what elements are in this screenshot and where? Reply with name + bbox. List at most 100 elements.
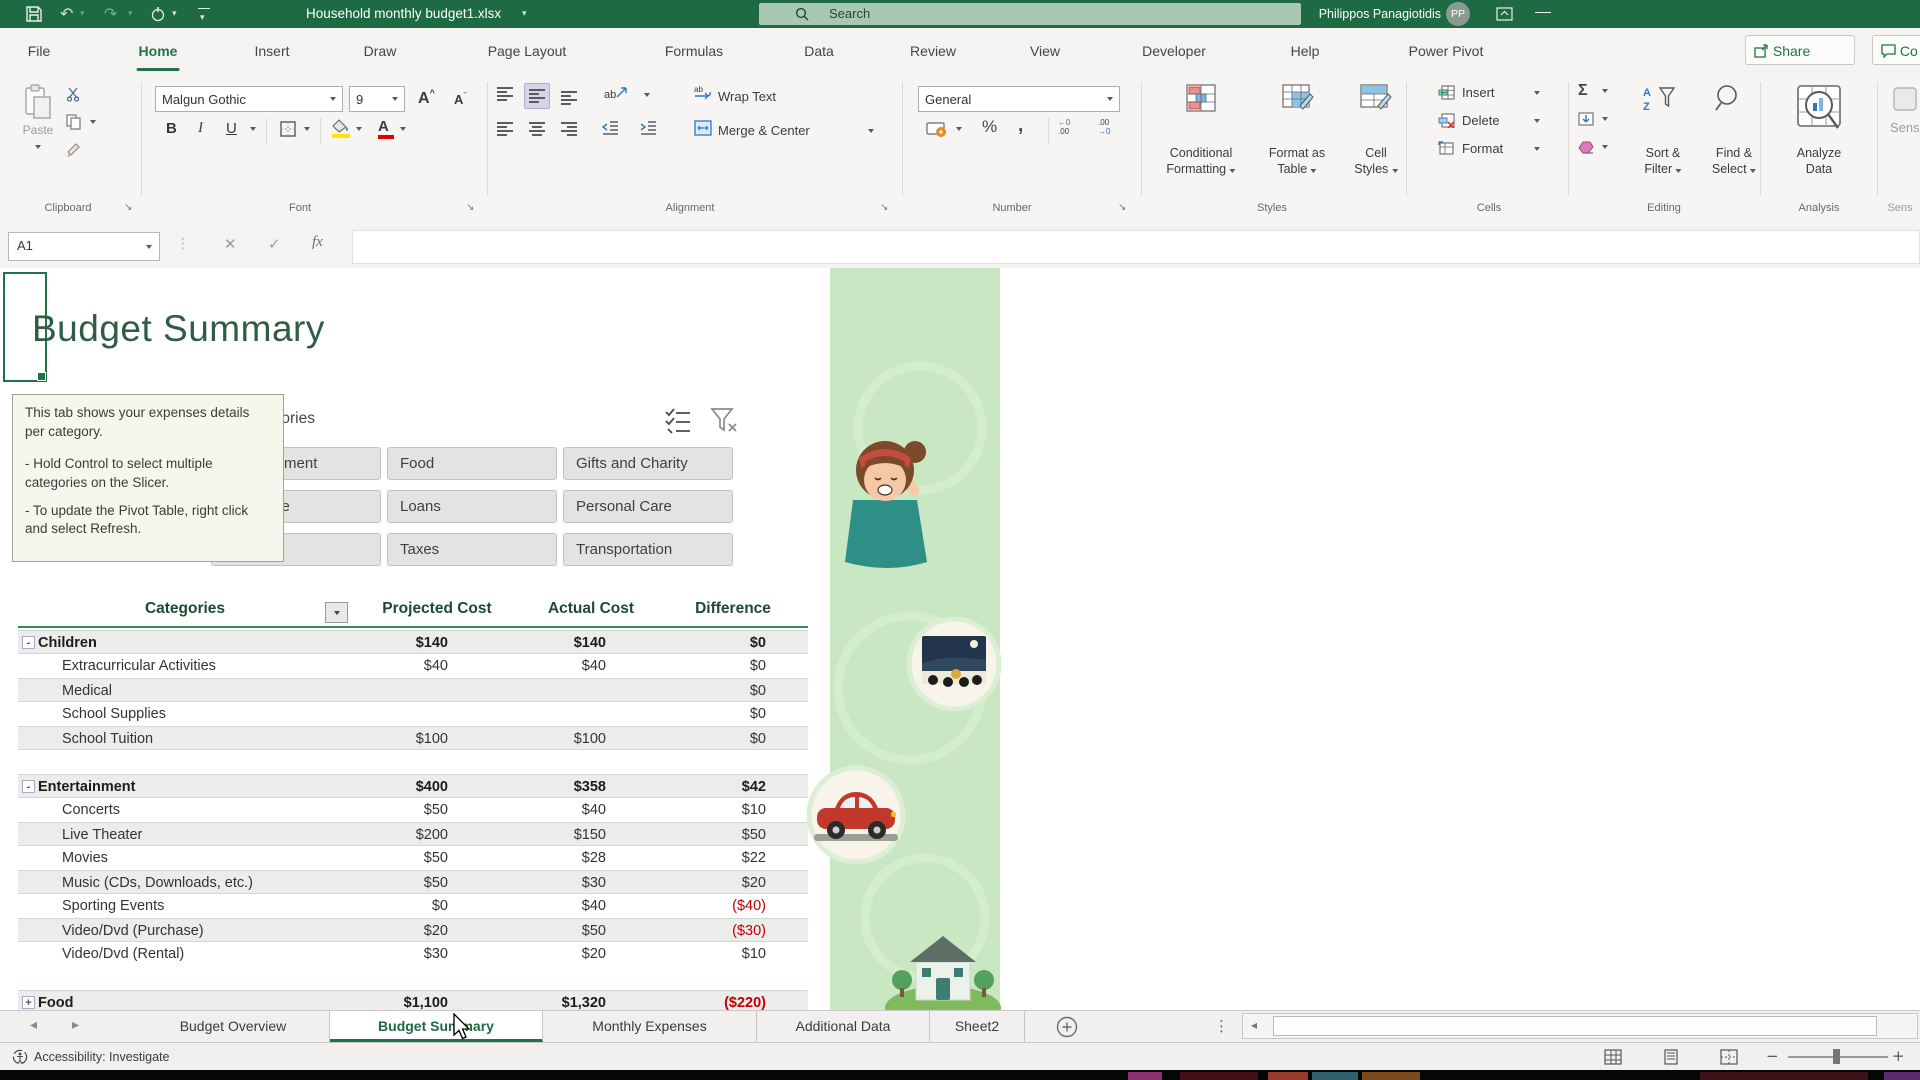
accounting-format-icon[interactable]	[926, 121, 948, 138]
delete-cells-label[interactable]: Delete	[1462, 113, 1500, 128]
table-row[interactable]: Music (CDs, Downloads, etc.)$50$30$20	[18, 870, 808, 894]
fill-dropdown-icon[interactable]	[1602, 117, 1608, 121]
table-row[interactable]: Medical$0	[18, 678, 808, 702]
ribbon-tab-power-pivot[interactable]: Power Pivot	[1405, 28, 1488, 74]
clear-icon[interactable]	[1578, 140, 1594, 154]
slicer-button-food[interactable]: Food	[387, 447, 557, 480]
cell-projected-cost[interactable]: $1,100	[248, 991, 448, 1010]
redo-dropdown-icon[interactable]: ▾	[128, 2, 133, 26]
formula-input[interactable]	[352, 230, 1920, 264]
cell-difference[interactable]: ($30)	[606, 919, 766, 943]
table-row[interactable]: Concerts$50$40$10	[18, 798, 808, 822]
table-row[interactable]: School Supplies$0	[18, 702, 808, 726]
ribbon-tab-insert[interactable]: Insert	[250, 28, 293, 74]
align-right-icon[interactable]	[561, 122, 577, 136]
ribbon-tab-view[interactable]: View	[1026, 28, 1064, 74]
avatar[interactable]: PP	[1446, 2, 1470, 26]
accounting-dropdown-icon[interactable]	[956, 127, 962, 131]
merge-center-label[interactable]: Merge & Center	[718, 123, 810, 138]
sheet-tab-budget-overview[interactable]: Budget Overview	[137, 1011, 330, 1042]
font-size-combo[interactable]: 9	[349, 86, 405, 112]
clear-dropdown-icon[interactable]	[1602, 145, 1608, 149]
find-select-label1[interactable]: Find &	[1716, 146, 1752, 161]
insert-dropdown-icon[interactable]	[1534, 91, 1540, 95]
fill-icon[interactable]	[1578, 112, 1594, 126]
cell-styles-label2[interactable]: Styles	[1354, 162, 1398, 177]
number-format-combo[interactable]: General	[918, 86, 1120, 112]
title-dropdown-icon[interactable]: ▾	[522, 2, 527, 26]
cell-difference[interactable]: $0	[606, 702, 766, 726]
sort-filter-label2[interactable]: Filter	[1644, 162, 1681, 177]
format-painter-icon[interactable]	[66, 142, 82, 158]
bottom-align-icon[interactable]	[561, 91, 577, 105]
cell-projected-cost[interactable]: $50	[248, 871, 448, 895]
cell-difference[interactable]: $0	[606, 631, 766, 655]
format-cells-label[interactable]: Format	[1462, 141, 1503, 156]
table-row-blank[interactable]	[18, 750, 808, 774]
cell-projected-cost[interactable]: $50	[248, 846, 448, 870]
slicer-button-taxes[interactable]: Taxes	[387, 533, 557, 566]
cell-actual-cost[interactable]: $140	[448, 631, 606, 655]
zoom-slider-thumb[interactable]	[1833, 1049, 1840, 1064]
cell-actual-cost[interactable]: $150	[448, 823, 606, 847]
collapse-toggle-icon[interactable]: -	[22, 636, 35, 649]
cell-projected-cost[interactable]: $100	[248, 727, 448, 751]
ribbon-tab-file[interactable]: File	[24, 28, 55, 74]
slicer-clear-filter-icon[interactable]	[710, 406, 738, 434]
accessibility-status[interactable]: Accessibility: Investigate	[34, 1050, 169, 1064]
percent-style-button[interactable]: %	[982, 117, 997, 137]
comma-style-button[interactable]: ,	[1018, 115, 1023, 137]
cell-projected-cost[interactable]: $400	[248, 775, 448, 799]
cell-difference[interactable]: $50	[606, 823, 766, 847]
analyze-data-label2[interactable]: Data	[1806, 162, 1832, 177]
view-page-layout-icon[interactable]	[1660, 1047, 1682, 1067]
expand-toggle-icon[interactable]: +	[22, 996, 35, 1009]
font-color-dropdown-icon[interactable]	[400, 127, 406, 131]
collapse-toggle-icon[interactable]: -	[22, 780, 35, 793]
slicer-multiselect-icon[interactable]	[664, 406, 692, 434]
cell-actual-cost[interactable]: $358	[448, 775, 606, 799]
name-box[interactable]: A1	[8, 232, 160, 261]
cell-difference[interactable]: $10	[606, 942, 766, 966]
cell-projected-cost[interactable]: $200	[248, 823, 448, 847]
cell-difference[interactable]: $0	[606, 727, 766, 751]
table-row[interactable]: Sporting Events$0$40($40)	[18, 894, 808, 918]
font-name-combo[interactable]: Malgun Gothic	[155, 86, 343, 112]
format-dropdown-icon[interactable]	[1534, 147, 1540, 151]
table-row[interactable]: -Entertainment$400$358$42	[18, 774, 808, 798]
borders-dropdown-icon[interactable]	[304, 127, 310, 131]
clipboard-dialog-launcher-icon[interactable]: ↘	[124, 202, 132, 213]
cell-difference[interactable]: $22	[606, 846, 766, 870]
merge-center-dropdown-icon[interactable]	[868, 129, 874, 133]
table-row[interactable]: -Children$140$140$0	[18, 630, 808, 654]
align-center-icon[interactable]	[529, 122, 545, 136]
ribbon-tab-page-layout[interactable]: Page Layout	[484, 28, 571, 74]
cell-actual-cost[interactable]: $30	[448, 871, 606, 895]
top-align-icon[interactable]	[497, 87, 513, 101]
copy-dropdown-icon[interactable]	[90, 120, 96, 124]
cell-actual-cost[interactable]: $40	[448, 654, 606, 678]
sheet-tab-monthly-expenses[interactable]: Monthly Expenses	[543, 1011, 757, 1042]
ribbon-display-options-icon[interactable]	[1496, 7, 1513, 21]
undo-dropdown-icon[interactable]: ▾	[80, 2, 85, 26]
fill-color-dropdown-icon[interactable]	[356, 127, 362, 131]
conditional-formatting-label2[interactable]: Formatting	[1166, 162, 1235, 177]
view-page-break-icon[interactable]	[1718, 1047, 1740, 1067]
ribbon-tab-developer[interactable]: Developer	[1138, 28, 1210, 74]
italic-button[interactable]: I	[198, 120, 203, 137]
merge-center-icon[interactable]	[694, 120, 712, 136]
conditional-formatting-label1[interactable]: Conditional	[1170, 146, 1233, 161]
format-as-table-label1[interactable]: Format as	[1269, 146, 1325, 161]
view-normal-icon[interactable]	[1602, 1047, 1624, 1067]
cell-actual-cost[interactable]: $20	[448, 942, 606, 966]
cell-actual-cost[interactable]: $40	[448, 894, 606, 918]
scroll-left-icon[interactable]: ◂	[1251, 1018, 1257, 1032]
touch-mode-dropdown-icon[interactable]: ▾	[172, 2, 177, 26]
paste-button[interactable]: Paste	[12, 82, 64, 194]
cell-projected-cost[interactable]: $40	[248, 654, 448, 678]
cell-styles-label1[interactable]: Cell	[1365, 146, 1387, 161]
decrease-indent-icon[interactable]	[602, 120, 619, 135]
cell-difference[interactable]: $20	[606, 871, 766, 895]
cell-actual-cost[interactable]: $40	[448, 798, 606, 822]
font-dialog-launcher-icon[interactable]: ↘	[466, 202, 474, 213]
